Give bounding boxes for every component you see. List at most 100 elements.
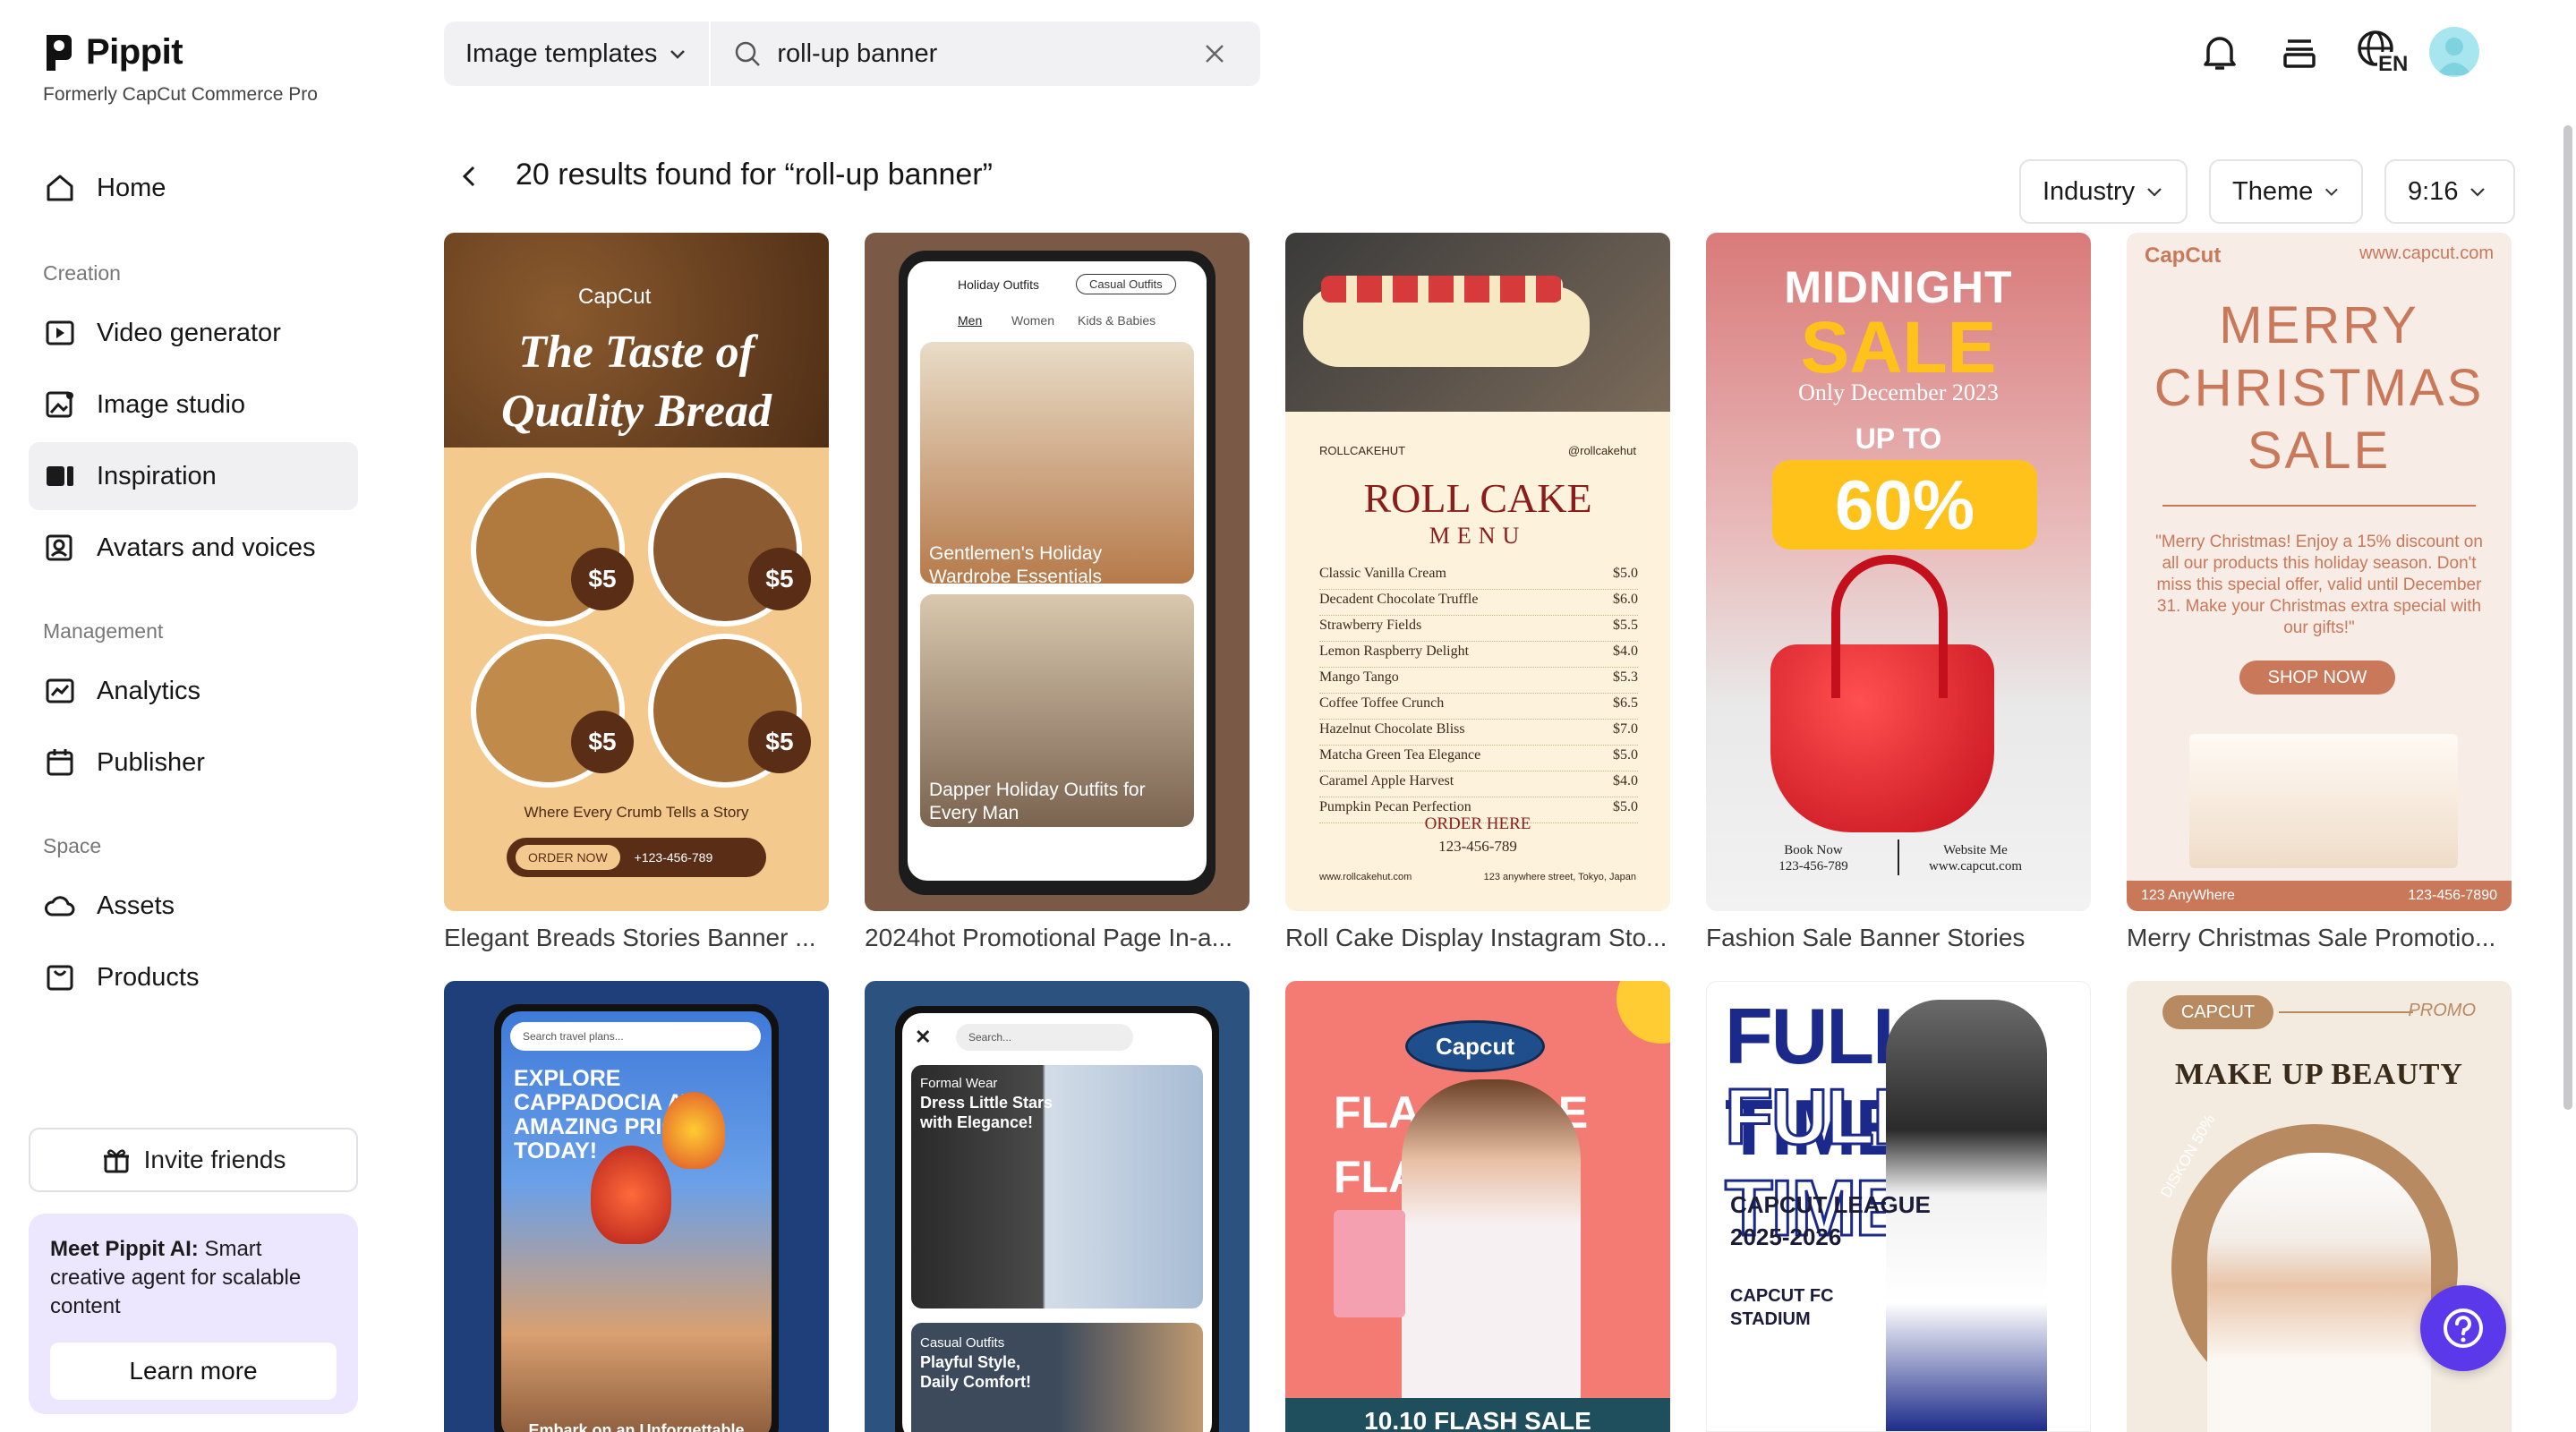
avatar[interactable] bbox=[2429, 27, 2479, 77]
sale-date: Only December 2023 bbox=[1798, 379, 1999, 405]
sidebar-item-label: Assets bbox=[97, 891, 175, 920]
sidebar: Pippit Formerly CapCut Commerce Pro Home… bbox=[0, 0, 385, 1432]
outfit-caption-1: Gentlemen's Holiday Wardrobe Essentials bbox=[929, 543, 1103, 587]
template-card-christmas[interactable]: CapCut www.capcut.com MERRY CHRISTMAS SA… bbox=[2127, 233, 2512, 911]
search-icon bbox=[736, 41, 761, 66]
card-title[interactable]: Roll Cake Display Instagram Sto... bbox=[1285, 924, 1679, 952]
chevron-down-icon bbox=[2147, 188, 2162, 197]
theme-filter[interactable]: Theme bbox=[2209, 159, 2363, 224]
filter-label: Theme bbox=[2232, 176, 2314, 206]
sidebar-item-label: Home bbox=[97, 173, 166, 202]
menu-item-name: Caramel Apple Harvest bbox=[1319, 773, 1454, 788]
section-management: Management bbox=[43, 619, 164, 643]
league-name: CAPCUT LEAGUE bbox=[1730, 1191, 1931, 1218]
travel-bottom-text: Embark on an Unforgettable bbox=[528, 1421, 745, 1432]
menu-item-name: Strawberry Fields bbox=[1319, 618, 1422, 633]
nav-kids: Kids & Babies bbox=[1078, 313, 1156, 328]
price-badge: $5 bbox=[748, 711, 811, 773]
help-button[interactable] bbox=[2420, 1285, 2506, 1371]
menu-list: Classic Vanilla Cream $5.0 Decadent Chocol… bbox=[1319, 566, 1638, 825]
shop-now-button: SHOP NOW bbox=[2239, 661, 2395, 695]
invite-friends-button[interactable]: Invite friends bbox=[29, 1128, 358, 1192]
template-type-dropdown[interactable]: Image templates bbox=[444, 21, 712, 86]
avatar-voice-icon bbox=[46, 534, 73, 561]
stack-icon[interactable] bbox=[2277, 30, 2322, 75]
search-input[interactable] bbox=[775, 38, 1200, 70]
sidebar-item-analytics[interactable]: Analytics bbox=[29, 657, 358, 725]
web-label: Website Me bbox=[1943, 843, 2008, 857]
sidebar-item-avatars-voices[interactable]: Avatars and voices bbox=[29, 514, 358, 582]
brand-logo[interactable]: Pippit bbox=[43, 32, 183, 72]
handbag-handle bbox=[1831, 555, 1948, 698]
thumb-tagline: Where Every Crumb Tells a Story bbox=[524, 804, 749, 821]
menu-item-price: $7.0 bbox=[1613, 721, 1638, 737]
template-card-cappadocia[interactable]: Search travel plans... EXPLORE CAPPADOCI… bbox=[444, 981, 829, 1432]
filter-label: 9:16 bbox=[2408, 176, 2459, 206]
template-card-bread[interactable]: CapCut The Taste of Quality Bread $5 $5 … bbox=[444, 233, 829, 911]
chevron-down-icon bbox=[2325, 188, 2339, 196]
brand-subtitle: Formerly CapCut Commerce Pro bbox=[43, 84, 318, 105]
card-title[interactable]: Fashion Sale Banner Stories bbox=[1706, 924, 2100, 952]
sidebar-item-label: Products bbox=[97, 962, 200, 992]
sidebar-item-home[interactable]: Home bbox=[29, 154, 358, 222]
sidebar-item-assets[interactable]: Assets bbox=[29, 872, 358, 940]
sidebar-item-label: Publisher bbox=[97, 747, 205, 777]
template-card-outfits[interactable]: Holiday Outfits Casual Outfits Men Women… bbox=[865, 233, 1250, 911]
template-card-flash-sale[interactable]: Capcut FLA SALE FLA 10.10 FLASH SALE bbox=[1285, 981, 1670, 1432]
pippit-ai-promo: Meet Pippit AI: Smart creative agent for… bbox=[29, 1214, 358, 1414]
rollcake-brand: ROLLCAKEHUT bbox=[1319, 444, 1406, 457]
sidebar-item-image-studio[interactable]: Image studio bbox=[29, 371, 358, 439]
sidebar-item-label: Video generator bbox=[97, 318, 281, 347]
formal-kicker: Formal Wear bbox=[920, 1076, 998, 1091]
thumb-title-line2: Quality Bread bbox=[501, 386, 772, 437]
industry-filter[interactable]: Industry bbox=[2019, 159, 2188, 224]
template-card-full-time[interactable]: FULL TIME FULL TIME CAPCUT LEAGUE 2025-2… bbox=[1706, 981, 2091, 1432]
rollcake-handle: @rollcakehut bbox=[1567, 444, 1636, 457]
menu-item-price: $5.0 bbox=[1613, 566, 1638, 581]
sidebar-item-products[interactable]: Products bbox=[29, 943, 358, 1011]
formal-heading-2: with Elegance! bbox=[920, 1113, 1034, 1131]
template-card-midnight-sale[interactable]: MIDNIGHT SALE Only December 2023 UP TO 6… bbox=[1706, 233, 2091, 911]
close-icon[interactable] bbox=[1201, 40, 1228, 67]
outfit-caption-2: Dapper Holiday Outfits for Every Man bbox=[929, 780, 1146, 823]
order-now-label: ORDER NOW bbox=[516, 845, 620, 870]
menu-item-price: $5.5 bbox=[1613, 618, 1638, 633]
model-photo bbox=[2207, 1153, 2431, 1432]
ratio-filter[interactable]: 9:16 bbox=[2384, 159, 2515, 224]
menu-item-price: $4.0 bbox=[1613, 773, 1638, 788]
template-card-rollcake[interactable]: ROLLCAKEHUT @rollcakehut ROLL CAKE MENU … bbox=[1285, 233, 1670, 911]
book-phone: 123-456-789 bbox=[1778, 859, 1848, 874]
model-photo bbox=[1402, 1079, 1581, 1402]
search-bar: Image templates bbox=[444, 21, 1260, 86]
cloud-icon bbox=[45, 896, 75, 916]
bell-icon[interactable] bbox=[2197, 30, 2242, 75]
christmas-address: 123 AnyWhere bbox=[2141, 888, 2235, 903]
sidebar-item-video-generator[interactable]: Video generator bbox=[29, 299, 358, 367]
card-title[interactable]: 2024hot Promotional Page In-a... bbox=[865, 924, 1258, 952]
back-arrow-icon[interactable] bbox=[455, 161, 485, 192]
chevron-down-icon bbox=[670, 50, 686, 59]
sidebar-item-publisher[interactable]: Publisher bbox=[29, 729, 358, 797]
web-url: www.capcut.com bbox=[1929, 859, 2022, 874]
page-scrollbar[interactable] bbox=[2563, 125, 2572, 1110]
headline-line1: EXPLORE bbox=[514, 1066, 621, 1091]
calendar-icon bbox=[47, 749, 73, 776]
sidebar-item-label: Inspiration bbox=[97, 461, 217, 490]
card-title[interactable]: Elegant Breads Stories Banner ... bbox=[444, 924, 838, 952]
menu-item-price: $4.0 bbox=[1613, 644, 1638, 659]
sidebar-item-inspiration[interactable]: Inspiration bbox=[29, 442, 358, 510]
rollcake-site: www.rollcakehut.com bbox=[1319, 872, 1412, 882]
flash-footer-text: 10.10 FLASH SALE bbox=[1364, 1407, 1591, 1432]
menu-item-name: Matcha Green Tea Elegance bbox=[1319, 747, 1481, 763]
rollcake-subtitle: MENU bbox=[1429, 523, 1527, 549]
language-switch[interactable]: EN bbox=[2356, 29, 2410, 79]
menu-row: Coffee Toffee Crunch $6.5 bbox=[1319, 695, 1638, 720]
sale-title-2: SALE bbox=[1800, 307, 1997, 388]
hot-air-balloon bbox=[591, 1146, 671, 1244]
template-card-kids-wear[interactable]: ✕ Search... Formal Wear Dress Little Sta… bbox=[865, 981, 1250, 1432]
learn-more-button[interactable]: Learn more bbox=[50, 1342, 337, 1400]
card-title[interactable]: Merry Christmas Sale Promotio... bbox=[2127, 924, 2521, 952]
template-type-label: Image templates bbox=[465, 38, 658, 68]
rollcake-phone: 123-456-789 bbox=[1438, 838, 1517, 855]
section-creation: Creation bbox=[43, 261, 121, 285]
